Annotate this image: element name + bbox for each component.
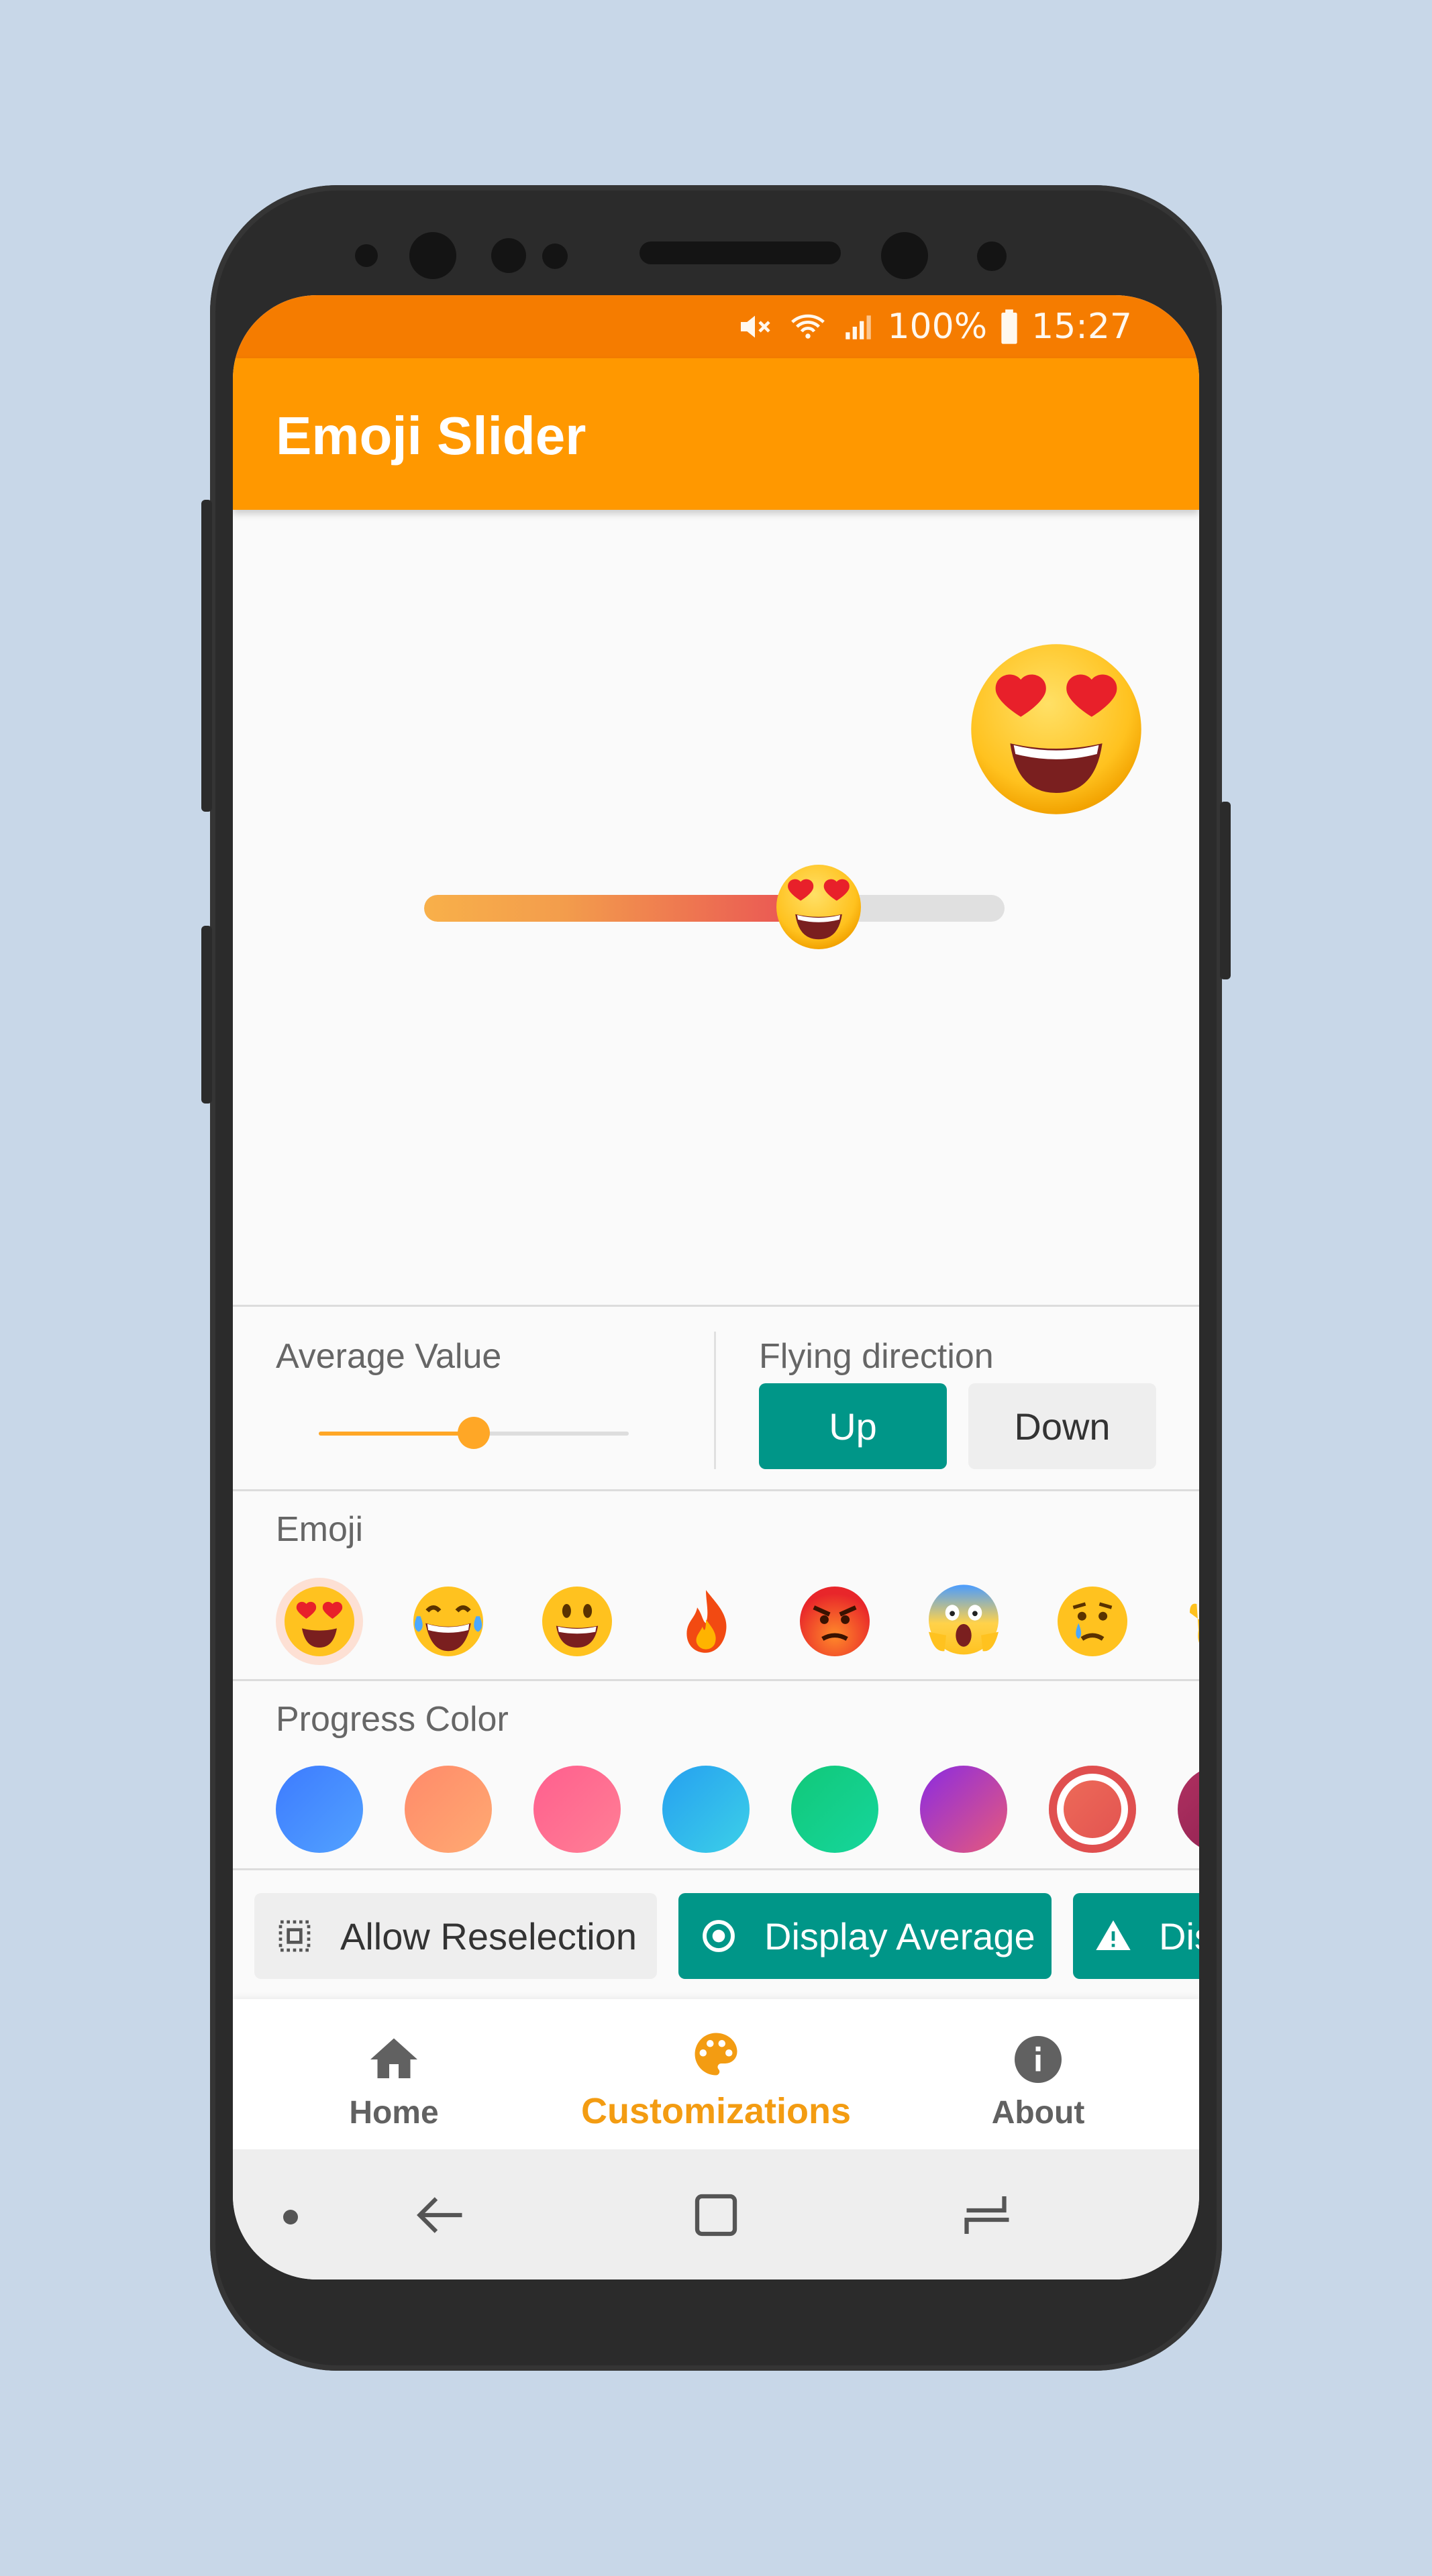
screaming-emoji-icon: [929, 1585, 999, 1655]
screen: 100% 15:27 Emoji Slider Average Value Fl…: [233, 295, 1199, 2279]
flying-direction-label: Flying direction: [759, 1337, 994, 1376]
emoji-slider-progress: [424, 895, 819, 922]
info-icon: [1015, 2036, 1062, 2083]
palette-icon: [695, 2033, 737, 2076]
progress-color-label: Progress Color: [276, 1700, 509, 1739]
third-option-label: Dis: [1159, 1915, 1199, 1957]
emoji-option-tears-of-joy[interactable]: [405, 1578, 492, 1665]
divider: [233, 1868, 1199, 1870]
allow-reselection-toggle[interactable]: Allow Reselection: [254, 1893, 657, 1979]
nav-about[interactable]: About: [877, 1999, 1199, 2149]
average-value-label: Average Value: [276, 1337, 502, 1376]
color-swatch[interactable]: [405, 1766, 492, 1853]
average-value-thumb[interactable]: [458, 1417, 490, 1449]
allow-reselection-label: Allow Reselection: [340, 1915, 637, 1957]
color-swatch[interactable]: [1178, 1766, 1199, 1853]
emoji-option-heart-eyes[interactable]: [276, 1578, 363, 1665]
emoji-option-raised-hand[interactable]: [1172, 1578, 1199, 1665]
heart-eyes-emoji-icon: [285, 1587, 354, 1656]
emoji-slider-thumb[interactable]: [774, 862, 864, 952]
color-swatch[interactable]: [920, 1766, 1007, 1853]
color-swatch[interactable]: [662, 1766, 750, 1853]
fire-emoji-icon: [686, 1590, 727, 1653]
earpiece-speaker: [640, 241, 841, 264]
divider: [233, 1489, 1199, 1491]
grinning-emoji-icon: [542, 1587, 612, 1656]
divider: [233, 1679, 1199, 1681]
wifi-icon: [791, 314, 825, 339]
back-icon[interactable]: [413, 2187, 469, 2243]
signal-icon: [846, 315, 872, 339]
system-navigation-bar: [233, 2149, 1199, 2279]
divider: [233, 1305, 1199, 1307]
nav-about-label: About: [991, 2095, 1085, 2131]
emoji-option-screaming[interactable]: [920, 1578, 1007, 1665]
volume-button[interactable]: [201, 500, 212, 812]
emoji-option-fire[interactable]: [662, 1578, 750, 1665]
tears-of-joy-emoji-icon: [413, 1587, 483, 1656]
nav-customizations[interactable]: Customizations: [555, 1999, 877, 2149]
radio-checked-icon: [703, 1920, 735, 1952]
iris-camera: [881, 232, 928, 279]
power-button[interactable]: [1220, 802, 1231, 979]
emoji-slider-track[interactable]: [424, 895, 1005, 922]
warning-icon: [1096, 1920, 1131, 1950]
average-value-progress: [319, 1432, 474, 1436]
select-all-icon: [278, 1920, 311, 1952]
color-swatch[interactable]: [1049, 1766, 1136, 1853]
front-camera: [409, 232, 456, 279]
vertical-divider: [714, 1332, 716, 1469]
status-bar: 100% 15:27: [233, 295, 1199, 358]
heart-eyes-emoji-large: [971, 644, 1141, 814]
bixby-button[interactable]: [201, 926, 212, 1104]
emoji-section-label: Emoji: [276, 1510, 364, 1549]
third-option-toggle[interactable]: Dis: [1073, 1893, 1199, 1979]
dot-indicator-icon: [283, 2210, 298, 2224]
app-title: Emoji Slider: [276, 406, 586, 466]
raised-hand-emoji-icon: [1190, 1603, 1199, 1643]
sensor-dot: [977, 241, 1007, 271]
app-bar: Emoji Slider: [233, 358, 1199, 510]
mute-icon: [741, 315, 771, 338]
nav-customizations-label: Customizations: [580, 2091, 852, 2131]
battery-percent: 100%: [887, 307, 988, 347]
direction-down-button[interactable]: Down: [968, 1383, 1156, 1469]
crying-emoji-icon: [1058, 1587, 1127, 1656]
display-average-label: Display Average: [764, 1915, 1035, 1957]
sensor-dot: [355, 244, 378, 267]
battery-icon: [1001, 309, 1017, 344]
home-square-icon[interactable]: [688, 2187, 744, 2243]
clock: 15:27: [1031, 307, 1132, 347]
emoji-option-crying[interactable]: [1049, 1578, 1136, 1665]
sensor-dot: [491, 238, 526, 273]
display-average-toggle[interactable]: Display Average: [678, 1893, 1052, 1979]
color-swatch[interactable]: [533, 1766, 621, 1853]
sensor-dot: [542, 244, 568, 269]
angry-emoji-icon: [800, 1587, 870, 1656]
emoji-option-angry[interactable]: [791, 1578, 878, 1665]
emoji-option-grinning[interactable]: [533, 1578, 621, 1665]
nav-home-label: Home: [349, 2095, 439, 2131]
recents-icon[interactable]: [960, 2187, 1016, 2243]
color-swatch[interactable]: [276, 1766, 363, 1853]
bottom-navigation: Home Customizations About: [233, 1999, 1199, 2149]
home-icon: [370, 2038, 417, 2078]
nav-home[interactable]: Home: [233, 1999, 555, 2149]
direction-up-button[interactable]: Up: [759, 1383, 947, 1469]
color-swatch[interactable]: [791, 1766, 878, 1853]
